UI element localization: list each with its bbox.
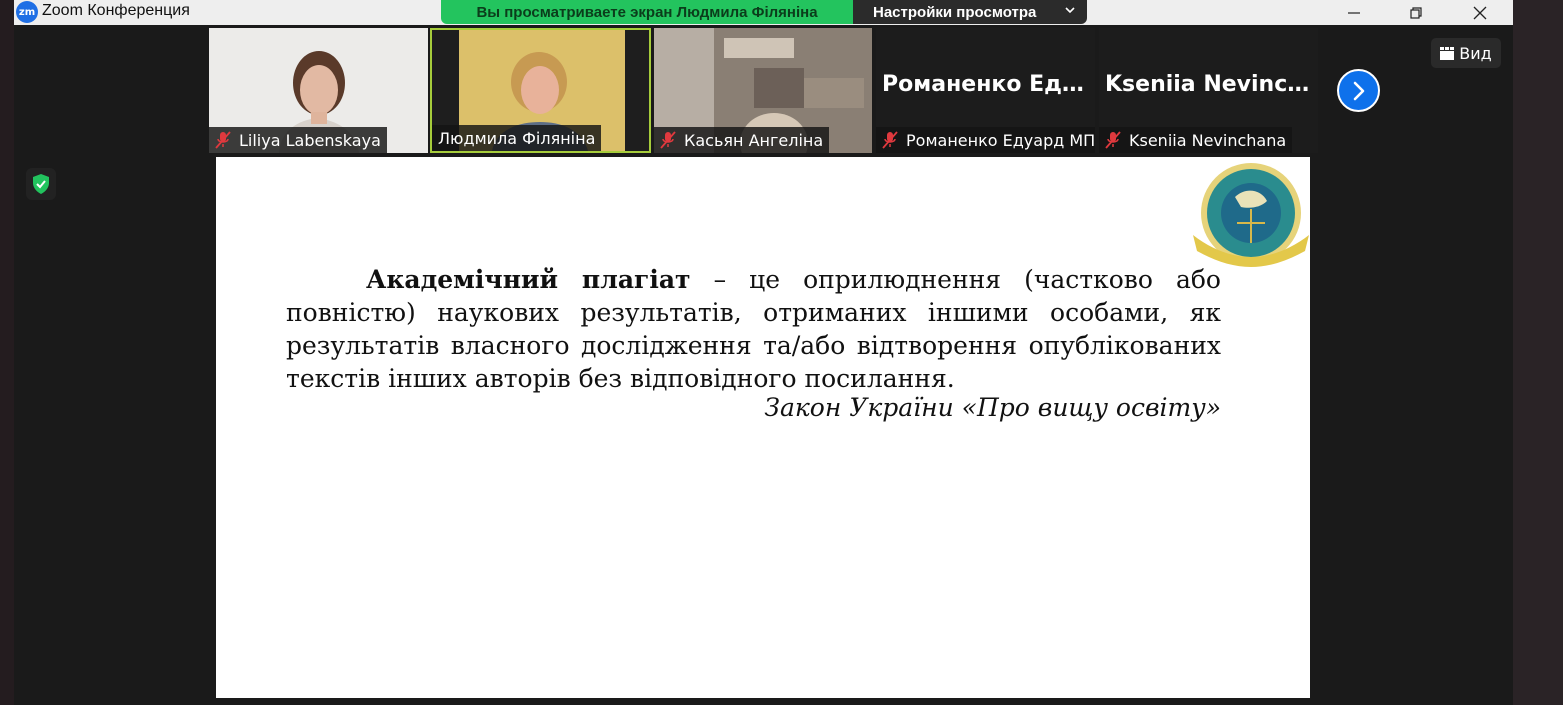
participant-display-name: Kseniia Nevinch... [1105, 72, 1318, 97]
minimize-icon [1348, 11, 1360, 14]
institute-emblem-icon [1193, 163, 1309, 267]
participant-name-label: Liliya Labenskaya [209, 127, 387, 153]
shared-screen-slide: Академічний плагіат – це оприлюднення (ч… [216, 157, 1310, 698]
shield-check-icon [33, 174, 49, 194]
share-status-text: Вы просматриваете экран Людмила Філяніна [441, 0, 853, 24]
screen-share-banner: Вы просматриваете экран Людмила Філяніна… [441, 0, 1087, 24]
close-icon [1473, 6, 1487, 19]
participant-name: Людмила Філяніна [438, 128, 596, 148]
participant-tile[interactable]: Liliya Labenskaya [209, 28, 428, 153]
view-button-label: Вид [1459, 43, 1492, 63]
encryption-shield-button[interactable] [26, 168, 56, 200]
gallery-view-icon [1440, 46, 1455, 60]
view-button[interactable]: Вид [1431, 38, 1501, 68]
restore-button[interactable] [1394, 0, 1438, 25]
muted-mic-icon [660, 131, 676, 149]
participant-tile[interactable]: Романенко Еду... Романенко Едуард МП... [876, 28, 1095, 153]
slide-term: Академічний плагіат [366, 265, 691, 294]
minimize-button[interactable] [1332, 0, 1376, 25]
chevron-down-icon [1065, 7, 1075, 14]
participant-name-label: Kseniia Nevinchana [1099, 127, 1293, 153]
participant-name: Романенко Едуард МП... [906, 130, 1095, 150]
participant-tile-active-speaker[interactable]: Людмила Філяніна [430, 28, 651, 153]
next-page-button[interactable] [1337, 69, 1380, 112]
participant-name-label: Романенко Едуард МП... [876, 127, 1095, 153]
window-title: Zoom Конференция [42, 2, 190, 19]
view-options-label: Настройки просмотра [873, 3, 1037, 21]
muted-mic-icon [882, 131, 898, 149]
desktop-right-edge [1513, 0, 1563, 705]
zoom-window: zm Zoom Конференция Вы просматриваете эк… [14, 0, 1513, 705]
muted-mic-icon [1105, 131, 1121, 149]
close-button[interactable] [1458, 0, 1502, 25]
slide-citation: Закон України «Про вищу освіту» [764, 393, 1221, 422]
view-options-button[interactable]: Настройки просмотра [853, 0, 1087, 24]
participant-name: Kseniia Nevinchana [1129, 130, 1287, 150]
restore-icon [1410, 6, 1422, 19]
participant-display-name: Романенко Еду... [882, 72, 1095, 97]
chevron-right-icon [1353, 81, 1364, 100]
participant-tile[interactable]: Касьян Ангеліна [654, 28, 872, 153]
participant-name: Касьян Ангеліна [684, 130, 824, 150]
participant-name-label: Людмила Філяніна [432, 125, 602, 151]
desktop-left-edge [0, 0, 14, 705]
participant-name: Liliya Labenskaya [239, 130, 381, 150]
participant-tile[interactable]: Kseniia Nevinch... Kseniia Nevinchana [1099, 28, 1318, 153]
muted-mic-icon [215, 131, 231, 149]
slide-definition-paragraph: Академічний плагіат – це оприлюднення (ч… [286, 263, 1221, 395]
participant-name-label: Касьян Ангеліна [654, 127, 830, 153]
zoom-logo-icon: zm [16, 1, 38, 23]
